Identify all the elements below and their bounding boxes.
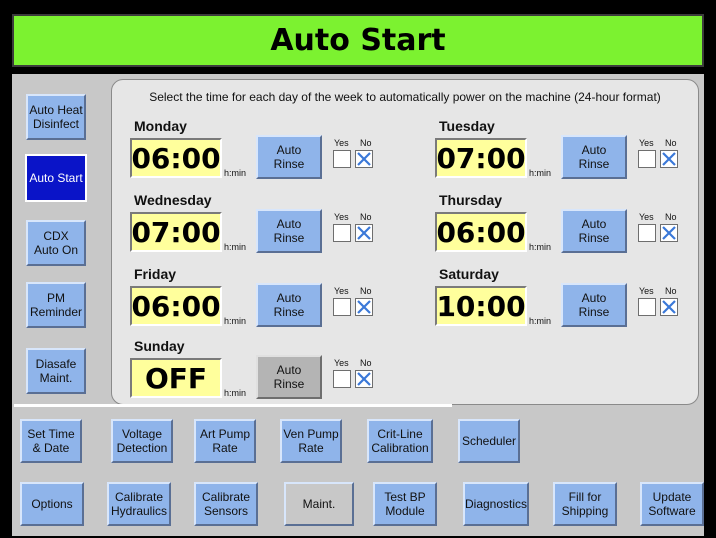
- day-label-sunday: Sunday: [134, 338, 185, 354]
- tab-calibrate-sensors[interactable]: Calibrate Sensors: [194, 482, 258, 526]
- rinse-yes-checkbox-saturday[interactable]: [638, 298, 656, 316]
- side-tab-auto-heat-disinfect[interactable]: Auto Heat Disinfect: [26, 94, 86, 140]
- day-label-tuesday: Tuesday: [439, 118, 495, 134]
- rinse-yes-checkbox-monday[interactable]: [333, 150, 351, 168]
- yes-label: Yes: [639, 138, 654, 148]
- yes-label: Yes: [334, 212, 349, 222]
- tab-set-time-date[interactable]: Set Time & Date: [20, 419, 82, 463]
- rinse-no-checkbox-thursday[interactable]: [660, 224, 678, 242]
- tab-ven-pump-rate[interactable]: Ven Pump Rate: [280, 419, 342, 463]
- instruction-text: Select the time for each day of the week…: [149, 90, 661, 104]
- rinse-yes-checkbox-sunday[interactable]: [333, 370, 351, 388]
- day-label-wednesday: Wednesday: [134, 192, 212, 208]
- tab-scheduler[interactable]: Scheduler: [458, 419, 520, 463]
- x-check-icon: [357, 226, 371, 240]
- auto-rinse-button-wednesday[interactable]: Auto Rinse: [256, 209, 322, 253]
- yes-label: Yes: [334, 358, 349, 368]
- x-check-icon: [662, 300, 676, 314]
- page-title: Auto Start: [270, 23, 446, 58]
- title-bar: Auto Start: [12, 14, 704, 67]
- units-label: h:min: [529, 242, 552, 252]
- x-check-icon: [357, 372, 371, 386]
- units-label: h:min: [224, 168, 247, 178]
- yes-label: Yes: [334, 286, 349, 296]
- side-tab-diasafe-maint[interactable]: Diasafe Maint.: [26, 348, 86, 394]
- time-field-thursday[interactable]: 06:00: [435, 212, 527, 252]
- time-field-friday[interactable]: 06:00: [130, 286, 222, 326]
- auto-rinse-button-friday[interactable]: Auto Rinse: [256, 283, 322, 327]
- no-label: No: [360, 212, 372, 222]
- no-label: No: [360, 286, 372, 296]
- units-label: h:min: [224, 388, 247, 398]
- tab-calibrate-hydraulics[interactable]: Calibrate Hydraulics: [107, 482, 171, 526]
- rinse-yes-checkbox-thursday[interactable]: [638, 224, 656, 242]
- day-label-thursday: Thursday: [439, 192, 503, 208]
- tab-update-software[interactable]: Update Software: [640, 482, 704, 526]
- no-label: No: [665, 138, 677, 148]
- rinse-no-checkbox-tuesday[interactable]: [660, 150, 678, 168]
- time-field-monday[interactable]: 06:00: [130, 138, 222, 178]
- tab-diagnostics[interactable]: Diagnostics: [463, 482, 529, 526]
- tab-crit-line-calibration[interactable]: Crit-Line Calibration: [367, 419, 433, 463]
- time-field-sunday[interactable]: OFF: [130, 358, 222, 398]
- units-label: h:min: [529, 316, 552, 326]
- time-field-tuesday[interactable]: 07:00: [435, 138, 527, 178]
- auto-rinse-button-sunday[interactable]: Auto Rinse: [256, 355, 322, 399]
- rinse-yes-checkbox-wednesday[interactable]: [333, 224, 351, 242]
- tab-options[interactable]: Options: [20, 482, 84, 526]
- day-label-monday: Monday: [134, 118, 187, 134]
- yes-label: Yes: [639, 286, 654, 296]
- units-label: h:min: [224, 316, 247, 326]
- rinse-yes-checkbox-tuesday[interactable]: [638, 150, 656, 168]
- no-label: No: [665, 212, 677, 222]
- x-check-icon: [662, 152, 676, 166]
- yes-label: Yes: [639, 212, 654, 222]
- rinse-no-checkbox-wednesday[interactable]: [355, 224, 373, 242]
- day-label-saturday: Saturday: [439, 266, 499, 282]
- yes-label: Yes: [334, 138, 349, 148]
- rinse-no-checkbox-friday[interactable]: [355, 298, 373, 316]
- units-label: h:min: [529, 168, 552, 178]
- no-label: No: [360, 138, 372, 148]
- rinse-no-checkbox-sunday[interactable]: [355, 370, 373, 388]
- auto-rinse-button-tuesday[interactable]: Auto Rinse: [561, 135, 627, 179]
- day-label-friday: Friday: [134, 266, 177, 282]
- separator: [14, 404, 452, 407]
- x-check-icon: [357, 300, 371, 314]
- rinse-no-checkbox-saturday[interactable]: [660, 298, 678, 316]
- x-check-icon: [357, 152, 371, 166]
- no-label: No: [665, 286, 677, 296]
- time-field-wednesday[interactable]: 07:00: [130, 212, 222, 252]
- rinse-no-checkbox-monday[interactable]: [355, 150, 373, 168]
- tab-voltage-detection[interactable]: Voltage Detection: [111, 419, 173, 463]
- rinse-yes-checkbox-friday[interactable]: [333, 298, 351, 316]
- no-label: No: [360, 358, 372, 368]
- auto-start-content: Select the time for each day of the week…: [111, 79, 699, 405]
- side-tab-auto-start[interactable]: Auto Start: [25, 154, 87, 202]
- auto-rinse-button-thursday[interactable]: Auto Rinse: [561, 209, 627, 253]
- auto-rinse-button-saturday[interactable]: Auto Rinse: [561, 283, 627, 327]
- time-field-saturday[interactable]: 10:00: [435, 286, 527, 326]
- tab-test-bp-module[interactable]: Test BP Module: [373, 482, 437, 526]
- side-tab-pm-reminder[interactable]: PM Reminder: [26, 282, 86, 328]
- x-check-icon: [662, 226, 676, 240]
- side-tab-cdx-auto-on[interactable]: CDX Auto On: [26, 220, 86, 266]
- tab-maint[interactable]: Maint.: [284, 482, 354, 526]
- auto-rinse-button-monday[interactable]: Auto Rinse: [256, 135, 322, 179]
- tab-art-pump-rate[interactable]: Art Pump Rate: [194, 419, 256, 463]
- units-label: h:min: [224, 242, 247, 252]
- main-panel: Auto Heat Disinfect Auto Start CDX Auto On PM…: [12, 74, 704, 536]
- tab-fill-for-shipping[interactable]: Fill for Shipping: [553, 482, 617, 526]
